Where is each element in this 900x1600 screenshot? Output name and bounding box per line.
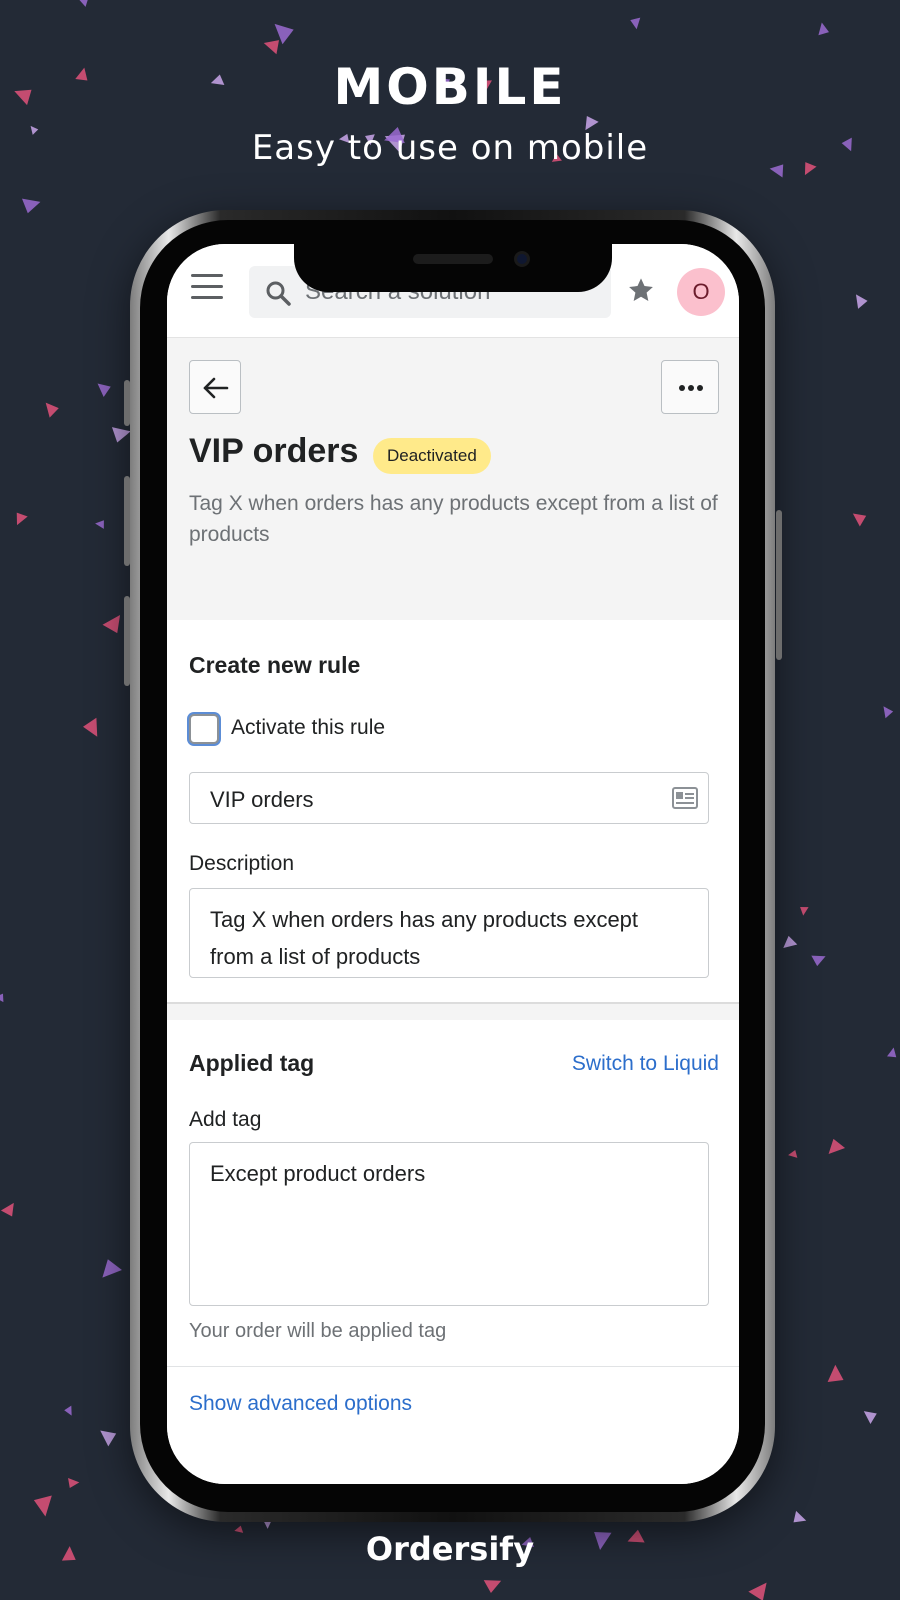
promo-subtitle: Easy to use on mobile <box>251 128 649 168</box>
activate-rule-checkbox[interactable] <box>189 714 219 744</box>
confetti-piece <box>21 198 41 214</box>
confetti-piece <box>68 1477 80 1489</box>
confetti-piece <box>800 907 809 916</box>
confetti-piece <box>16 512 28 526</box>
confetti-piece <box>102 615 121 634</box>
rule-name-value: VIP orders <box>210 787 314 812</box>
status-badge: Deactivated <box>373 438 491 474</box>
confetti-piece <box>75 0 90 7</box>
star-icon[interactable] <box>627 276 655 304</box>
confetti-piece <box>102 1259 122 1278</box>
page-title: VIP orders <box>189 432 359 470</box>
add-tag-textarea[interactable]: Except product orders <box>189 1142 709 1306</box>
confetti-piece <box>83 717 98 737</box>
avatar[interactable]: O <box>677 268 725 316</box>
confetti-piece <box>887 1047 897 1058</box>
confetti-piece <box>483 1580 502 1594</box>
add-tag-value: Except product orders <box>210 1161 426 1186</box>
confetti-piece <box>45 402 59 418</box>
rule-name-field[interactable]: VIP orders <box>189 772 709 824</box>
confetti-piece <box>783 935 798 948</box>
confetti-piece <box>863 1411 877 1425</box>
description-textarea[interactable]: Tag X when orders has any products excep… <box>189 888 709 978</box>
back-button[interactable] <box>189 360 241 414</box>
switch-to-liquid-link[interactable]: Switch to Liquid <box>572 1052 719 1076</box>
arrow-left-icon <box>203 377 229 399</box>
confetti-piece <box>855 294 868 309</box>
brand-name: Ordersify <box>365 1530 535 1568</box>
confetti-piece <box>97 383 111 398</box>
search-icon <box>266 281 291 306</box>
more-actions-button[interactable] <box>661 360 719 414</box>
confetti-piece <box>0 1202 14 1217</box>
card-heading-create-rule: Create new rule <box>189 652 361 678</box>
card-heading-applied-tag: Applied tag <box>189 1050 315 1076</box>
phone-volume-down <box>124 596 130 686</box>
phone-power-button <box>776 510 782 660</box>
applied-tag-card: Applied tag Switch to Liquid Add tag Exc… <box>167 1020 739 1484</box>
add-tag-label: Add tag <box>189 1108 262 1131</box>
description-label: Description <box>189 852 295 875</box>
phone-volume-up <box>124 476 130 566</box>
activate-rule-label[interactable]: Activate this rule <box>231 716 385 740</box>
confetti-piece <box>630 17 641 30</box>
confetti-piece <box>95 520 104 529</box>
add-tag-help-text: Your order will be applied tag <box>189 1320 447 1342</box>
phone-speaker <box>413 254 493 264</box>
contact-card-icon[interactable] <box>672 787 698 809</box>
confetti-piece <box>748 1582 767 1600</box>
more-horizontal-icon <box>679 385 703 391</box>
confetti-piece <box>828 1138 846 1155</box>
confetti-piece <box>0 993 4 1003</box>
confetti-piece <box>883 706 894 719</box>
confetti-piece <box>793 1510 807 1523</box>
divider <box>167 1366 739 1367</box>
confetti-piece <box>33 1495 52 1517</box>
confetti-piece <box>263 40 279 55</box>
hamburger-menu-icon[interactable] <box>191 274 223 302</box>
page-description: Tag X when orders has any products excep… <box>189 492 718 546</box>
phone-silent-switch <box>124 380 130 426</box>
phone-camera <box>514 251 530 267</box>
confetti-piece <box>827 1364 844 1383</box>
confetti-piece <box>811 955 826 967</box>
confetti-piece <box>852 513 867 527</box>
promo-title: MOBILE <box>333 58 567 116</box>
show-advanced-options-link[interactable]: Show advanced options <box>189 1392 412 1416</box>
phone-screen: Search a solution O VIP orders Deactivat… <box>167 244 739 1484</box>
create-rule-card: Create new rule Activate this rule VIP o… <box>167 620 739 1004</box>
confetti-piece <box>64 1405 72 1416</box>
confetti-piece <box>818 22 829 36</box>
description-value: Tag X when orders has any products excep… <box>210 907 639 969</box>
confetti-piece <box>100 1430 117 1447</box>
confetti-piece <box>788 1150 798 1158</box>
